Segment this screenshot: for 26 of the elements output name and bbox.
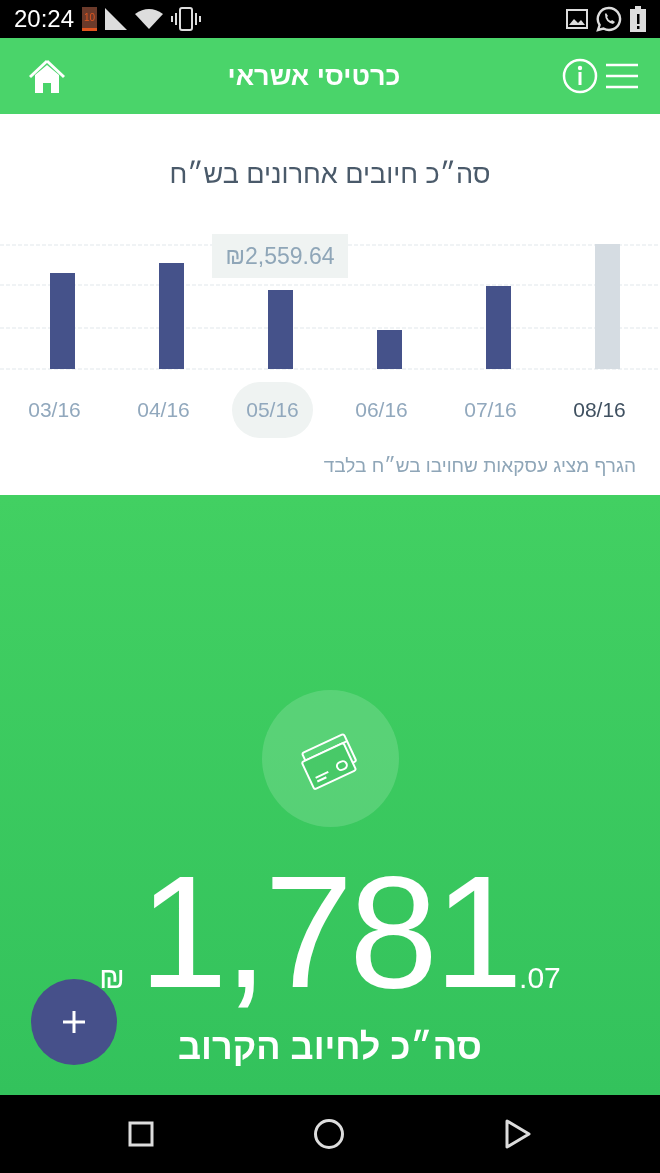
vibrate-icon [171,7,202,31]
clock: 20:24 [14,4,75,34]
chart-title: סה״כ חיובים אחרונים בש״ח [169,159,491,189]
currency-sign: ₪ [99,960,125,996]
image-icon [566,9,588,29]
page-title: כרטיסי אשראי [227,60,401,91]
chat-icon [596,6,622,32]
recents-icon[interactable] [127,1121,154,1147]
month-tab[interactable]: 05/16 [232,382,313,438]
month-tab[interactable]: 08/16 [559,382,640,438]
amount-label: סה״כ לחיוב הקרוב [178,1026,482,1067]
month-tab[interactable]: 04/16 [123,382,204,438]
month-tab[interactable]: 07/16 [450,382,531,438]
month-tab[interactable]: 06/16 [341,382,422,438]
back-icon[interactable] [504,1119,533,1149]
amount-value: 1,781 [138,852,520,1012]
battery-level: 10 [82,7,98,31]
home-button-icon[interactable] [313,1118,345,1150]
battery-alert-icon [630,6,646,32]
chart-note: הגרף מציג עסקאות שחויבו בש״ח בלבד [323,454,636,476]
amount-cents: .07 [519,960,561,996]
plus-icon [62,1010,86,1034]
signal-icon [105,8,128,30]
month-tab[interactable]: 03/16 [14,382,95,438]
value-tooltip: ₪2,559.64 [212,234,348,278]
wifi-icon [135,9,164,29]
